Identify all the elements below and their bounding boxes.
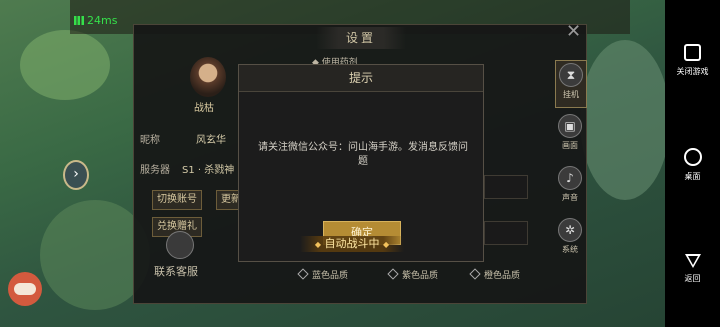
back-button[interactable]: 返回 xyxy=(665,254,720,284)
map-terrain xyxy=(20,30,110,100)
switch-account-button[interactable]: 切换账号 xyxy=(152,190,202,210)
dialog-title: 提示 xyxy=(348,71,373,85)
triangle-back-icon xyxy=(684,254,701,268)
gear-icon: ✲ xyxy=(558,218,582,242)
setting-field[interactable] xyxy=(484,175,528,199)
setting-field[interactable] xyxy=(484,221,528,245)
tab-display[interactable]: ▣ 画面 xyxy=(555,112,585,158)
server-value: S1 · 杀戮神 xyxy=(182,165,235,176)
contact-service-button[interactable]: 联系客服 xyxy=(154,231,206,279)
floating-assistant-button[interactable] xyxy=(8,272,42,306)
close-game-button[interactable]: 关闭游戏 xyxy=(665,44,720,77)
signal-icon xyxy=(74,16,84,25)
customer-service-icon xyxy=(166,231,194,259)
close-icon[interactable]: ✕ xyxy=(566,21,581,42)
circle-icon xyxy=(683,148,702,166)
contact-service-label: 联系客服 xyxy=(154,265,198,278)
quality-blue-option[interactable]: 蓝色品质 xyxy=(297,268,348,281)
diamond-icon xyxy=(469,268,481,280)
expand-arrow-button[interactable]: › xyxy=(63,160,89,190)
quality-orange-option[interactable]: 橙色品质 xyxy=(469,268,520,281)
dialog-header: 提示 xyxy=(239,65,483,92)
hourglass-icon: ⧗ xyxy=(559,63,583,87)
network-ping: 24ms xyxy=(74,14,117,27)
assistant-icon xyxy=(14,283,36,295)
speaker-icon: ♪ xyxy=(558,166,582,190)
game-view: 24ms › 设置 ✕ 战枯 昵称 风玄华 服务器 S1 · 杀戮神 切换账号 … xyxy=(0,0,665,327)
tip-dialog: 提示 请关注微信公众号：问山海手游。发消息反馈问题 确定 xyxy=(238,64,484,262)
square-icon xyxy=(684,44,701,61)
nickname-value: 风玄华 xyxy=(196,135,226,146)
quality-purple-option[interactable]: 紫色品质 xyxy=(387,268,438,281)
diamond-icon xyxy=(297,268,309,280)
nickname-label: 昵称 xyxy=(140,135,160,146)
avatar[interactable] xyxy=(190,57,226,97)
home-button[interactable]: 桌面 xyxy=(665,148,720,182)
system-nav-bar: 关闭游戏 桌面 返回 xyxy=(665,0,720,327)
map-terrain xyxy=(580,40,665,200)
server-label: 服务器 xyxy=(140,165,170,176)
diamond-icon xyxy=(387,268,399,280)
tab-idle[interactable]: ⧗ 挂机 xyxy=(555,60,587,108)
tab-sound[interactable]: ♪ 声音 xyxy=(555,164,585,210)
auto-battle-indicator: ◆ 自动战斗中 ◆ xyxy=(300,236,404,252)
dialog-message: 请关注微信公众号：问山海手游。发消息反馈问题 xyxy=(258,142,468,167)
tab-system[interactable]: ✲ 系统 xyxy=(555,216,585,262)
avatar-label: 战枯 xyxy=(194,103,214,114)
picture-icon: ▣ xyxy=(558,114,582,138)
settings-title: 设置 xyxy=(316,27,406,49)
